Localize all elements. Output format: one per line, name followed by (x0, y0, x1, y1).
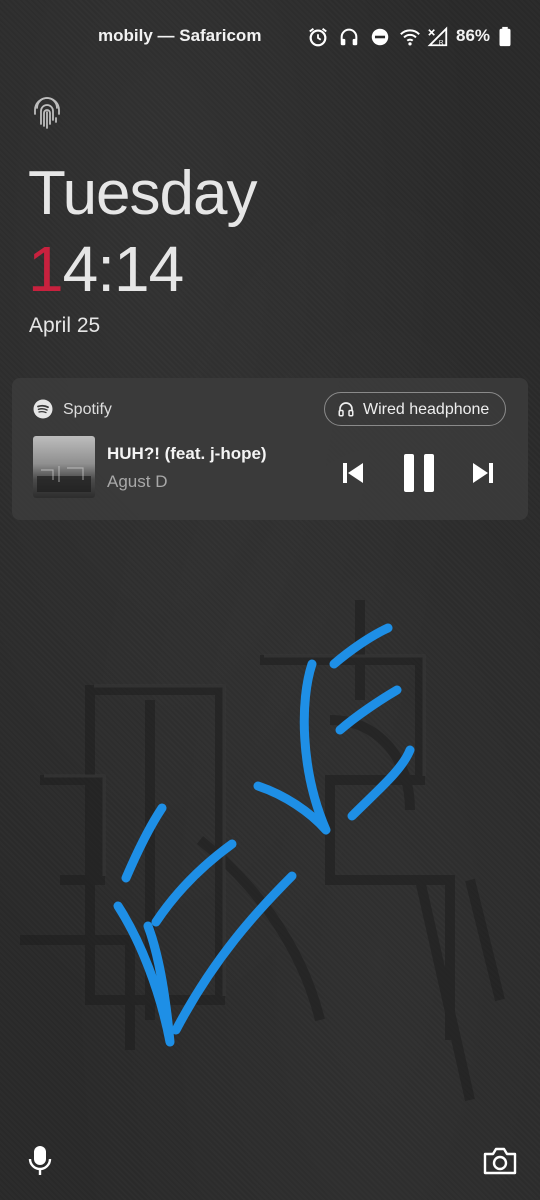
pause-icon[interactable] (402, 452, 436, 494)
do-not-disturb-icon (371, 28, 389, 46)
clock-time-rest: 4:14 (62, 233, 185, 305)
track-title: HUH?! (feat. j-hope) (107, 444, 267, 463)
output-device-label: Wired headphone (363, 401, 490, 418)
status-bar: mobily — Safaricom R 86% (0, 20, 540, 52)
clock-time: 14:14 (28, 232, 185, 306)
day-label: Tuesday (28, 159, 257, 228)
headphones-icon (338, 402, 354, 417)
media-player-card[interactable]: Spotify Wired headphone HUH?! (feat. j-h… (12, 378, 528, 520)
date-label: April 25 (29, 314, 101, 337)
track-artist: Agust D (107, 472, 168, 491)
wifi-icon (400, 29, 420, 46)
album-art-relief (37, 466, 91, 492)
album-art (33, 436, 95, 498)
wallpaper-relief (20, 600, 505, 1102)
headphones-icon (340, 28, 358, 46)
camera-icon[interactable] (482, 1146, 518, 1176)
carrier-label: mobily — Safaricom (98, 26, 262, 45)
spotify-icon (33, 399, 53, 419)
previous-icon[interactable] (340, 460, 366, 486)
clock-hour-accent: 1 (28, 233, 64, 305)
battery-icon (499, 26, 511, 47)
svg-text:R: R (439, 39, 444, 46)
fingerprint-icon[interactable] (32, 96, 62, 130)
output-device-chip[interactable]: Wired headphone (324, 392, 506, 426)
alarm-icon (309, 27, 327, 47)
media-app-name: Spotify (63, 401, 112, 418)
microphone-icon[interactable] (26, 1144, 54, 1178)
signal-icon: R (427, 26, 448, 46)
battery-percent: 86% (456, 26, 491, 45)
next-icon[interactable] (470, 460, 496, 486)
